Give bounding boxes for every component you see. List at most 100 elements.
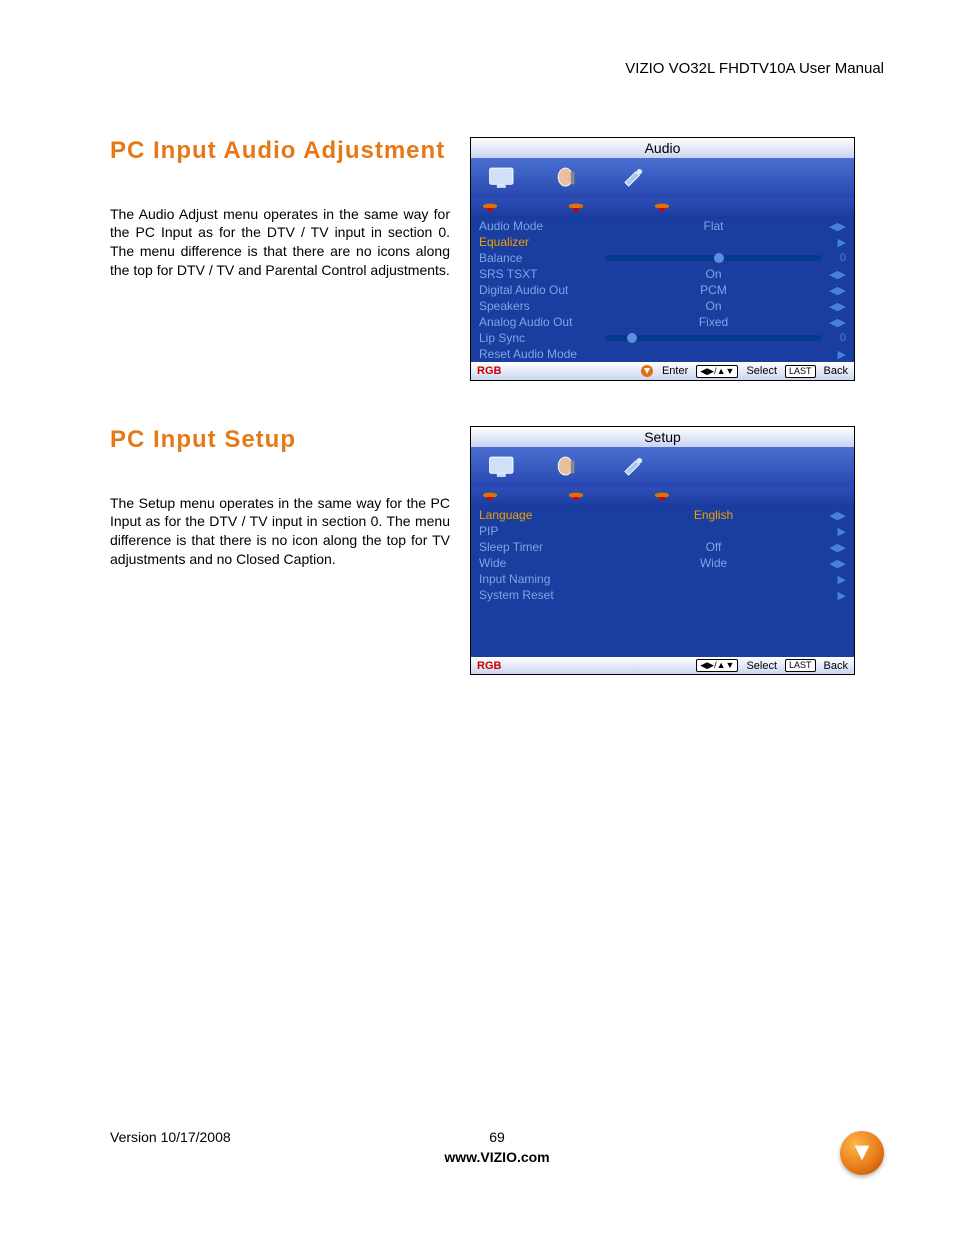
osd-audio-title: Audio [471, 138, 854, 158]
arrow-lr-icon: ◀▶ [828, 300, 846, 313]
body-audio: The Audio Adjust menu operates in the sa… [110, 205, 450, 281]
arrow-lr-icon: ◀▶ [828, 541, 846, 554]
osd-row: System Reset ▶ [471, 587, 854, 603]
osd-row-label: Language [479, 508, 599, 522]
osd-row: SpeakersOn◀▶ [471, 298, 854, 314]
body-setup: The Setup menu operates in the same way … [110, 494, 450, 570]
last-key-icon: LAST [785, 659, 816, 672]
osd-row-value: PCM [599, 283, 828, 297]
tab-picture-icon [481, 162, 526, 194]
osd-row: Digital Audio OutPCM◀▶ [471, 282, 854, 298]
arrow-lr-icon: ◀▶ [828, 220, 846, 233]
subtab-indicator-icon [567, 202, 585, 214]
arrow-lr-icon: ◀▶ [828, 509, 846, 522]
arrow-lr-icon: ◀▶ [828, 268, 846, 281]
footer-select: Select [746, 365, 777, 377]
osd-row-label: Equalizer [479, 235, 599, 249]
tab-audio-icon [546, 162, 591, 194]
osd-setup-title: Setup [471, 427, 854, 447]
vizio-logo-icon [840, 1131, 884, 1175]
osd-row-num: 0 [828, 252, 846, 264]
osd-row-label: Analog Audio Out [479, 315, 599, 329]
section-audio: PC Input Audio Adjustment The Audio Adju… [110, 137, 884, 381]
osd-row: Balance 0 [471, 250, 854, 266]
osd-row: Equalizer ▶ [471, 234, 854, 250]
osd-row-value: On [599, 299, 828, 313]
osd-row-label: Wide [479, 556, 599, 570]
slider-track [605, 335, 822, 341]
osd-row: SRS TSXTOn◀▶ [471, 266, 854, 282]
osd-audio-panel: Audio Audio ModeFlat◀▶Equalizer▶Balance0… [470, 137, 855, 381]
osd-row-label: Speakers [479, 299, 599, 313]
osd-row-value: Off [599, 540, 828, 554]
manual-header: VIZIO VO32L FHDTV10A User Manual [110, 60, 884, 77]
heading-audio: PC Input Audio Adjustment [110, 137, 450, 165]
subtab-indicator-icon [653, 491, 671, 503]
osd-row-value: English [599, 508, 828, 522]
subtab-indicator-icon [481, 202, 499, 214]
section-setup: PC Input Setup The Setup menu operates i… [110, 426, 884, 675]
tab-picture-icon [481, 451, 526, 483]
osd-row: Reset Audio Mode▶ [471, 346, 854, 362]
osd-row-num: 0 [828, 332, 846, 344]
footer-select: Select [746, 660, 777, 672]
last-key-icon: LAST [785, 365, 816, 378]
footer-back: Back [824, 365, 848, 377]
nav-key-icon: ◀▶/▲▼ [696, 365, 738, 378]
osd-tab-row [471, 447, 854, 487]
osd-row-value: Fixed [599, 315, 828, 329]
footer-enter: Enter [662, 365, 688, 377]
subtab-indicator-icon [567, 491, 585, 503]
osd-subtab-row [471, 487, 854, 507]
subtab-indicator-icon [653, 202, 671, 214]
osd-row-value: Flat [599, 219, 828, 233]
osd-row-label: SRS TSXT [479, 267, 599, 281]
arrow-right-icon: ▶ [828, 573, 846, 586]
osd-row-label: Input Naming [479, 572, 599, 586]
osd-setup-footer: RGB ◀▶/▲▼ Select LAST Back [471, 657, 854, 674]
arrow-right-icon: ▶ [828, 236, 846, 249]
osd-row: Analog Audio OutFixed◀▶ [471, 314, 854, 330]
osd-row: Audio ModeFlat◀▶ [471, 218, 854, 234]
arrow-lr-icon: ◀▶ [828, 557, 846, 570]
osd-row-value: Wide [599, 556, 828, 570]
page-number: 69 [489, 1129, 505, 1145]
osd-row: WideWide◀▶ [471, 555, 854, 571]
osd-row: LanguageEnglish◀▶ [471, 507, 854, 523]
arrow-lr-icon: ◀▶ [828, 284, 846, 297]
slider-knob [627, 333, 637, 343]
osd-row: Sleep TimerOff◀▶ [471, 539, 854, 555]
osd-row-label: Digital Audio Out [479, 283, 599, 297]
osd-row: PIP ▶ [471, 523, 854, 539]
osd-subtab-row [471, 198, 854, 218]
version-text: Version 10/17/2008 [110, 1129, 231, 1145]
osd-row-label: Balance [479, 251, 599, 265]
arrow-lr-icon: ◀▶ [828, 316, 846, 329]
slider-knob [714, 253, 724, 263]
osd-row-label: System Reset [479, 588, 599, 602]
arrow-right-icon: ▶ [828, 589, 846, 602]
nav-key-icon: ◀▶/▲▼ [696, 659, 738, 672]
osd-tab-row [471, 158, 854, 198]
osd-row-label: Lip Sync [479, 331, 599, 345]
osd-row-label: Sleep Timer [479, 540, 599, 554]
osd-row: Lip Sync 0 [471, 330, 854, 346]
footer-url: www.VIZIO.com [110, 1149, 884, 1165]
osd-setup-panel: Setup LanguageEnglish◀▶PIP▶Sleep TimerOf… [470, 426, 855, 675]
tab-setup-icon [611, 162, 656, 194]
vizio-small-icon [640, 364, 654, 378]
tab-audio-icon [546, 451, 591, 483]
osd-row-value: On [599, 267, 828, 281]
tab-setup-icon [611, 451, 656, 483]
arrow-right-icon: ▶ [828, 525, 846, 538]
osd-row-label: PIP [479, 524, 599, 538]
input-source: RGB [477, 365, 537, 377]
osd-row-label: Reset Audio Mode [479, 347, 599, 361]
subtab-indicator-icon [481, 491, 499, 503]
page-footer: Version 10/17/2008 69 www.VIZIO.com [110, 1129, 884, 1165]
slider-track [605, 255, 822, 261]
osd-row: Input Naming ▶ [471, 571, 854, 587]
heading-setup: PC Input Setup [110, 426, 450, 454]
osd-audio-footer: RGB Enter ◀▶/▲▼ Select LAST Back [471, 362, 854, 380]
osd-row-label: Audio Mode [479, 219, 599, 233]
